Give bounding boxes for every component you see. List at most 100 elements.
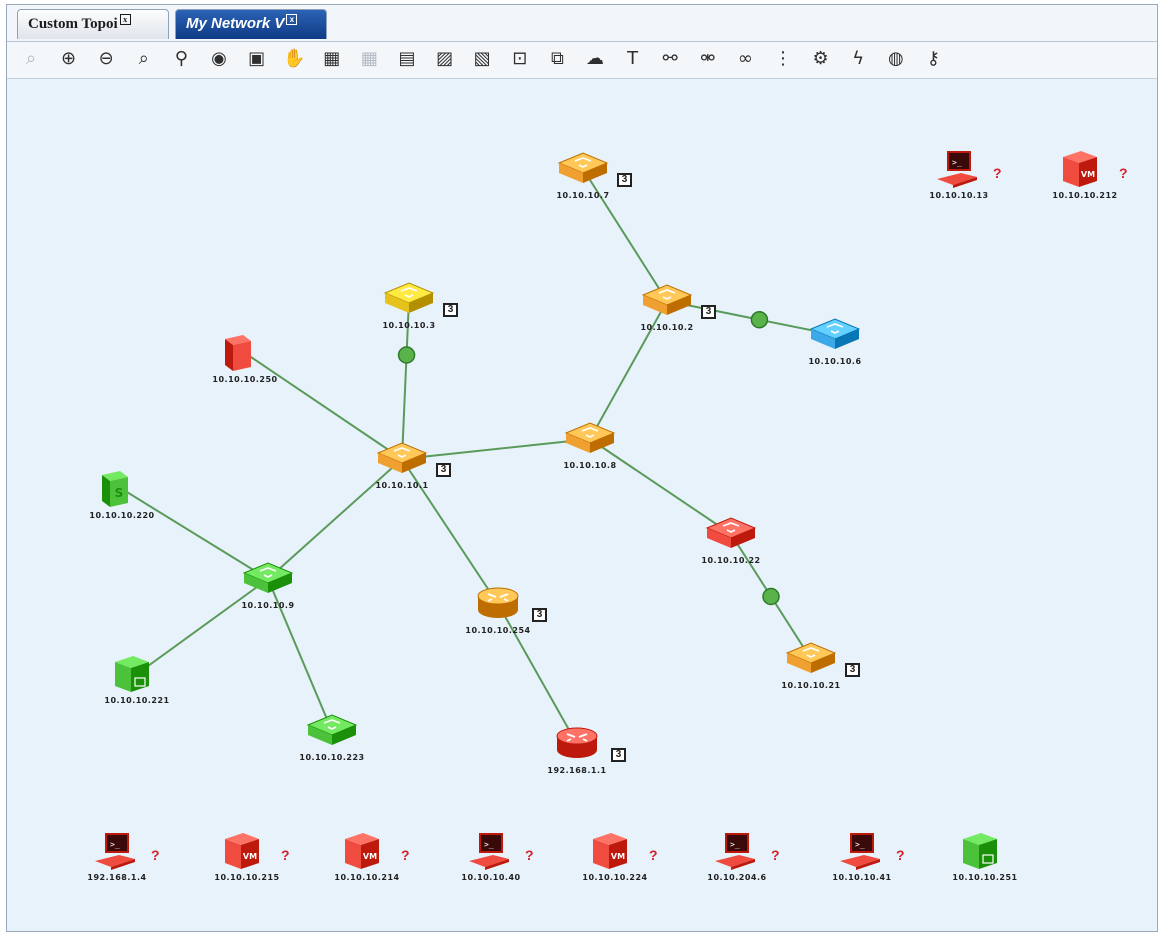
zoom-fit-icon[interactable]: ⌕ [132, 47, 156, 71]
export-icon[interactable]: ▧ [470, 47, 494, 71]
question-icon: ? [993, 165, 1002, 181]
close-icon[interactable]: x [119, 14, 131, 25]
node-label: 10.10.10.8 [563, 461, 617, 470]
node-label: 10.10.10.7 [556, 191, 610, 200]
save-icon[interactable]: ▤ [395, 47, 419, 71]
node-label: 10.10.10.224 [582, 873, 648, 882]
alarm-count-badge[interactable]: 3 [611, 748, 626, 762]
link-edit-icon[interactable]: ⚮ [696, 47, 720, 71]
alarm-count-badge[interactable]: 3 [617, 173, 632, 187]
link-status-icon[interactable] [762, 587, 780, 606]
tab-custom-topo[interactable]: Custom Topoi x [17, 9, 169, 39]
close-icon[interactable]: x [286, 14, 298, 25]
node-cube[interactable] [109, 652, 169, 698]
node-switch[interactable] [807, 313, 867, 359]
globe-settings-icon[interactable]: ◍ [884, 47, 908, 71]
mib-settings-icon[interactable]: ⚙ [809, 47, 833, 71]
text-icon[interactable]: T [621, 47, 645, 71]
eye-icon[interactable]: ◉ [207, 47, 231, 71]
node-label: 10.10.10.13 [929, 191, 989, 200]
node-label: 10.10.10.223 [299, 753, 365, 762]
node-label: 10.10.10.2 [640, 323, 694, 332]
alarm-count-badge[interactable]: 3 [532, 608, 547, 622]
layout-icon[interactable]: ▦ [320, 47, 344, 71]
svg-text:VM: VM [363, 852, 377, 861]
question-icon: ? [771, 847, 780, 863]
node-switch[interactable] [562, 417, 622, 463]
link-status-icon[interactable] [750, 310, 769, 329]
node-vm[interactable]: VM [219, 829, 279, 875]
app-window: Custom Topoi x My Network Vx ⌕ ⊕ ⊖ ⌕ ⚲ ◉ ▣ ✋ ▦ ▦ ▤ ▨… [6, 4, 1158, 932]
mib-icon[interactable]: ⋮ [771, 47, 795, 71]
alarm-count-badge[interactable]: 3 [436, 463, 451, 477]
lightning-icon[interactable]: ϟ [846, 47, 870, 71]
svg-text:VM: VM [611, 852, 625, 861]
node-server[interactable]: S [94, 467, 154, 513]
node-label: 10.10.10.221 [104, 696, 170, 705]
node-vm[interactable]: VM [587, 829, 647, 875]
node-pc[interactable]: >_ [89, 829, 149, 875]
node-router[interactable] [549, 722, 609, 768]
node-vm[interactable]: VM [339, 829, 399, 875]
svg-text:>_: >_ [484, 840, 494, 849]
alarm-count-badge[interactable]: 3 [443, 303, 458, 317]
key-icon[interactable]: ⚷ [921, 47, 945, 71]
zoom-out-icon[interactable]: ⊖ [94, 47, 118, 71]
node-pc[interactable]: >_ [834, 829, 894, 875]
svg-text:>_: >_ [110, 840, 120, 849]
search-icon[interactable]: ⚲ [169, 47, 193, 71]
question-icon: ? [1119, 165, 1128, 181]
node-switch[interactable] [639, 279, 699, 325]
image-icon[interactable]: ▨ [433, 47, 457, 71]
cloud-icon[interactable]: ☁ [583, 47, 607, 71]
node-label: 10.10.10.220 [89, 511, 155, 520]
node-switch[interactable] [783, 637, 843, 683]
node-label: 10.10.204.6 [707, 873, 767, 882]
node-label: 10.10.10.250 [212, 375, 278, 384]
topology-canvas[interactable]: 10.10.10.7 3 10.10.10.2 3 10.10.10.6 10.10… [7, 79, 1157, 931]
node-label: 10.10.10.6 [808, 357, 862, 366]
node-server[interactable] [217, 331, 277, 377]
node-router[interactable] [470, 582, 530, 628]
node-switch[interactable] [703, 512, 763, 558]
node-label: 10.10.10.3 [382, 321, 436, 330]
question-icon: ? [401, 847, 410, 863]
zoom-reset-icon[interactable]: ⌕ [19, 47, 43, 71]
tab-label: Custom Topoi [28, 16, 118, 32]
node-vm[interactable]: VM [1057, 147, 1117, 193]
node-label: 10.10.10.215 [214, 873, 280, 882]
zoom-in-icon[interactable]: ⊕ [57, 47, 81, 71]
link-status-icon[interactable] [397, 346, 416, 364]
alarm-count-badge[interactable]: 3 [701, 305, 716, 319]
tab-bar: Custom Topoi x My Network Vx [7, 5, 1157, 42]
node-label: 10.10.10.9 [241, 601, 295, 610]
binoculars-icon[interactable]: ∞ [733, 47, 757, 71]
node-pc[interactable]: >_ [463, 829, 523, 875]
tab-label: My Network V [186, 15, 285, 32]
node-label: 10.10.10.41 [832, 873, 892, 882]
node-pc[interactable]: >_ [709, 829, 769, 875]
node-cube[interactable] [957, 829, 1017, 875]
select-area-icon[interactable]: ⊡ [508, 47, 532, 71]
node-label: 10.10.10.254 [465, 626, 531, 635]
tab-my-network[interactable]: My Network Vx [175, 9, 327, 39]
layout-disabled-icon[interactable]: ▦ [357, 47, 381, 71]
node-label: 192.168.1.1 [547, 766, 607, 775]
device-add-icon[interactable]: ⧉ [545, 47, 569, 71]
node-switch[interactable] [304, 709, 364, 755]
node-label: 10.10.10.40 [461, 873, 521, 882]
node-switch[interactable] [374, 437, 434, 483]
link-add-icon[interactable]: ⚯ [658, 47, 682, 71]
question-icon: ? [896, 847, 905, 863]
node-switch[interactable] [555, 147, 615, 193]
node-label: 10.10.10.22 [701, 556, 761, 565]
fit-screen-icon[interactable]: ▣ [245, 47, 269, 71]
node-switch[interactable] [240, 557, 300, 603]
node-label: 10.10.10.251 [952, 873, 1018, 882]
node-label: 10.10.10.21 [781, 681, 841, 690]
node-switch[interactable] [381, 277, 441, 323]
hand-icon[interactable]: ✋ [282, 47, 306, 71]
node-pc[interactable]: >_ [931, 147, 991, 193]
question-icon: ? [525, 847, 534, 863]
alarm-count-badge[interactable]: 3 [845, 663, 860, 677]
